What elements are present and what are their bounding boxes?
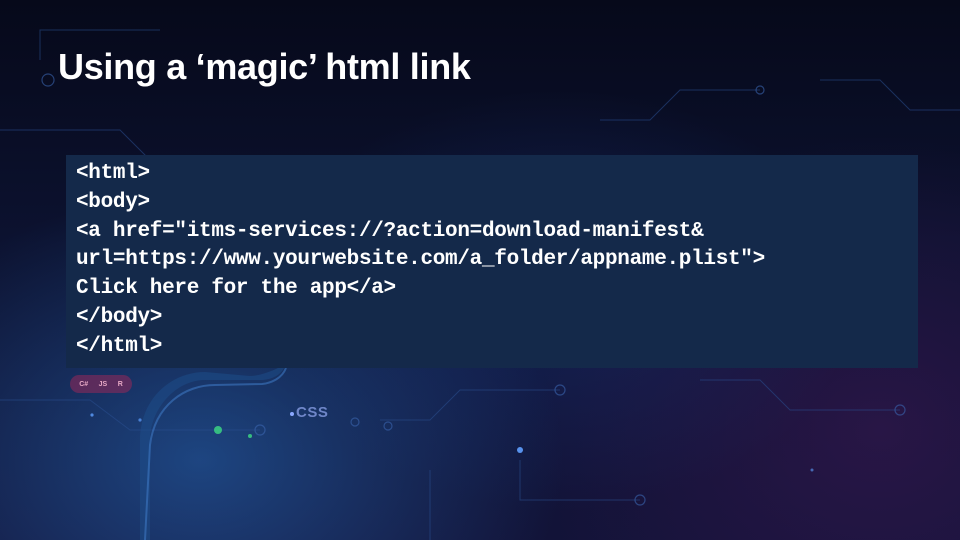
code-line-3: <a href="itms-services://?action=downloa…	[76, 219, 704, 243]
css-label: CSS	[296, 404, 329, 421]
code-line-7: </html>	[76, 334, 163, 358]
code-line-4: url=https://www.yourwebsite.com/a_folder…	[76, 248, 765, 272]
css-dot-icon	[290, 412, 294, 416]
language-chip: C# JS R	[70, 375, 132, 393]
slide: Using a ‘magic’ html link <html> <body> …	[0, 0, 960, 540]
code-line-6: </body>	[76, 305, 163, 329]
slide-title: Using a ‘magic’ html link	[58, 46, 471, 87]
chip-label-js: JS	[98, 380, 108, 388]
code-line-2: <body>	[76, 190, 150, 214]
chip-label-csharp: C#	[79, 380, 89, 388]
chip-label-r: R	[117, 380, 123, 388]
code-line-5: Click here for the app</a>	[76, 277, 396, 301]
code-block: <html> <body> <a href="itms-services://?…	[66, 155, 918, 368]
code-line-1: <html>	[76, 162, 150, 185]
